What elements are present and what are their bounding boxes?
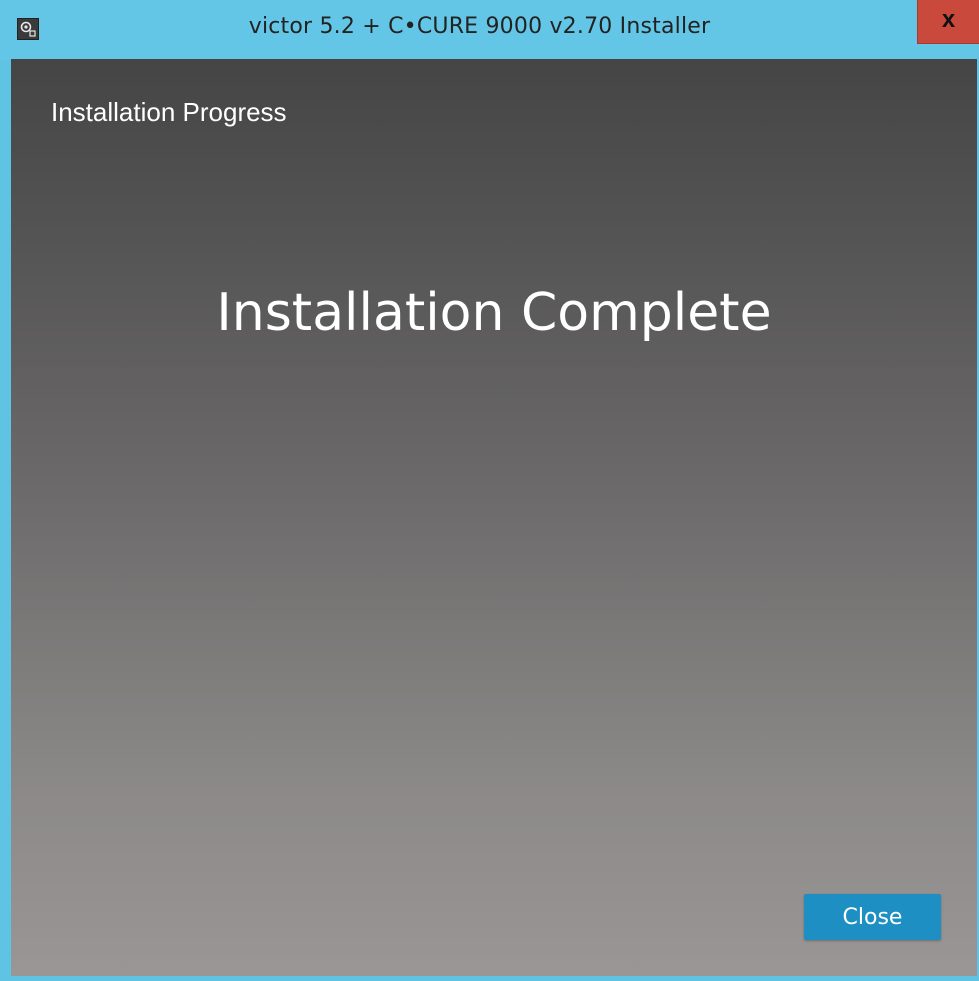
section-label: Installation Progress: [51, 97, 287, 127]
installer-content: Installation Progress Installation Compl…: [11, 59, 977, 976]
installer-window: victor 5.2 + C•CURE 9000 v2.70 Installer…: [0, 0, 979, 981]
title-bar[interactable]: victor 5.2 + C•CURE 9000 v2.70 Installer…: [0, 0, 979, 60]
close-button[interactable]: Close: [804, 894, 941, 940]
window-close-button[interactable]: x: [917, 0, 979, 44]
window-title: victor 5.2 + C•CURE 9000 v2.70 Installer: [248, 14, 711, 39]
status-heading: Installation Complete: [216, 283, 772, 343]
installer-app-icon[interactable]: [17, 18, 39, 40]
